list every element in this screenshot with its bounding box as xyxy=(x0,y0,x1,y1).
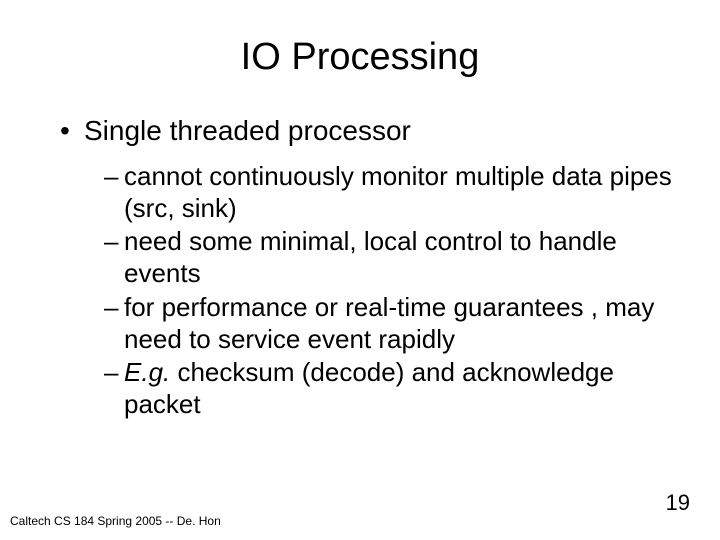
bullet-main-text: Single threaded processor xyxy=(84,115,411,146)
bullet-main: Single threaded processor cannot continu… xyxy=(56,115,672,421)
slide-title: IO Processing xyxy=(48,36,672,79)
sub-bullet-2: for performance or real-time guarantees … xyxy=(104,292,672,355)
slide: IO Processing Single threaded processor … xyxy=(0,0,720,540)
sub-bullet-1: need some minimal, local control to hand… xyxy=(104,226,672,289)
bullet-level1: Single threaded processor cannot continu… xyxy=(56,115,672,421)
bullet-level2: cannot continuously monitor multiple dat… xyxy=(104,161,672,421)
sub-bullet-3: E.g. checksum (decode) and acknowledge p… xyxy=(104,357,672,420)
page-number: 19 xyxy=(666,490,690,516)
sub-bullet-3-eg: E.g. xyxy=(124,357,170,387)
sub-bullet-3-rest: checksum (decode) and acknowledge packet xyxy=(124,357,614,419)
sub-bullet-0: cannot continuously monitor multiple dat… xyxy=(104,161,672,224)
footer-text: Caltech CS 184 Spring 2005 -- De. Hon xyxy=(10,514,221,528)
